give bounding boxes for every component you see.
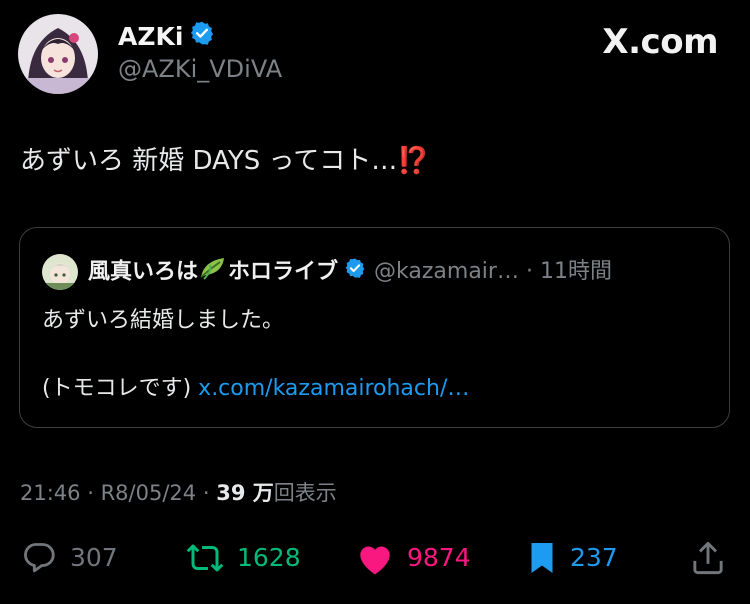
quote-author-name[interactable]: 風真いろは ホロライブ <box>88 255 338 290</box>
quote-verified-badge-icon <box>344 257 366 288</box>
tweet-date[interactable]: R8/05/24 <box>101 481 197 505</box>
leaf-emoji-icon <box>198 255 228 290</box>
views-count: 39 万 <box>216 481 274 505</box>
quote-header: 風真いろは ホロライブ @kazamair… · 11時間 <box>42 254 612 290</box>
quote-handle-time: @kazamair… · 11時間 <box>374 259 612 284</box>
retweet-icon <box>185 540 225 576</box>
tweet-meta: 21:46 · R8/05/24 · 39 万回表示 <box>20 478 337 508</box>
meta-separator: · <box>202 481 210 505</box>
quote-name-text: 風真いろは <box>88 259 199 284</box>
x-logo: X.com <box>602 22 718 62</box>
like-button[interactable]: 9874 <box>355 538 471 578</box>
retweet-count: 1628 <box>237 543 301 572</box>
share-button[interactable] <box>690 538 726 578</box>
reply-count: 307 <box>70 543 118 572</box>
views-label: 回表示 <box>273 481 337 505</box>
quote-avatar[interactable] <box>42 254 78 290</box>
retweet-button[interactable]: 1628 <box>185 538 301 578</box>
like-count: 9874 <box>407 543 471 572</box>
quote-name-suffix: ホロライブ <box>228 259 339 284</box>
author-avatar[interactable] <box>18 14 98 94</box>
quote-text-line1: あずいろ結婚しました。 <box>42 308 285 333</box>
tweet-body: あずいろ 新婚 DAYS ってコト… <box>20 146 398 176</box>
tweet-text: あずいろ 新婚 DAYS ってコト…⁉️ <box>20 144 430 178</box>
author-display-name[interactable]: AZKi <box>118 20 215 53</box>
heart-icon <box>355 540 395 576</box>
exclamation-question-emoji-icon: ⁉️ <box>397 146 430 176</box>
reply-button[interactable]: 307 <box>20 538 118 578</box>
bookmark-button[interactable]: 237 <box>526 538 618 578</box>
tweet-time[interactable]: 21:46 <box>20 481 81 505</box>
share-icon <box>690 539 726 577</box>
quote-text-line2: (トモコレです) x.com/kazamairohach/… <box>42 374 469 404</box>
bookmark-count: 237 <box>570 543 618 572</box>
quote-text-prefix: (トモコレです) <box>42 376 199 401</box>
author-name-text: AZKi <box>118 21 184 51</box>
bookmark-icon <box>526 540 558 576</box>
quote-link[interactable]: x.com/kazamairohach/… <box>198 376 469 401</box>
verified-badge-icon <box>189 20 215 53</box>
quote-tweet-card[interactable]: 風真いろは ホロライブ @kazamair… · 11時間 あずいろ結婚しました。… <box>19 227 730 428</box>
meta-separator: · <box>87 481 94 505</box>
author-handle[interactable]: @AZKi_VDiVA <box>118 54 282 84</box>
reply-icon <box>20 540 58 576</box>
